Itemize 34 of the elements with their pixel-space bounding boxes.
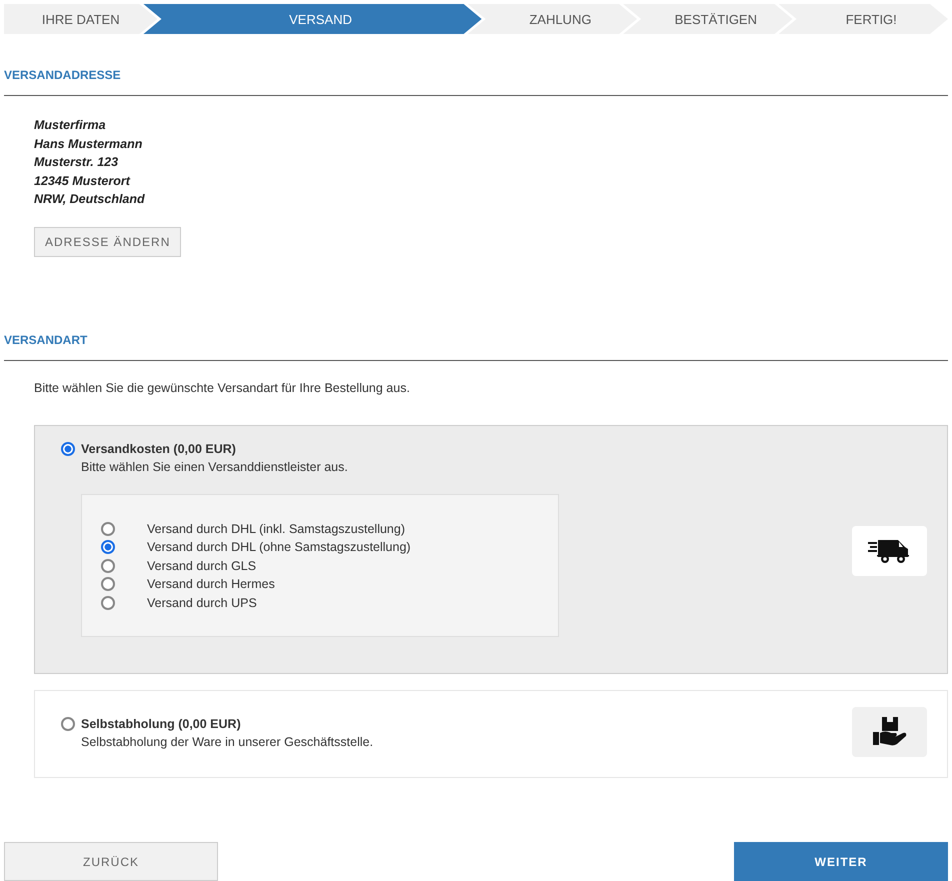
checkout-step[interactable]: BESTÄTIGEN — [623, 4, 793, 34]
section-title: VERSANDADRESSE — [4, 68, 122, 82]
radio-button[interactable] — [101, 540, 115, 554]
intro-text: Bitte wählen Sie die gewünschte Versandart für Ihre Bestellung aus. — [33, 380, 411, 394]
address-line: NRW, Deutschland — [34, 191, 146, 208]
radio-button[interactable] — [61, 442, 75, 456]
method-description: Selbstabholung der Ware in unserer Geschäftsstelle. — [81, 735, 374, 749]
radio-button[interactable] — [101, 577, 115, 592]
hand-box-icon — [872, 717, 906, 747]
truck-icon — [868, 538, 912, 564]
address-line: 12345 Musterort — [34, 172, 132, 190]
radio-button[interactable] — [101, 522, 115, 536]
section-title: VERSANDART — [4, 332, 88, 346]
carrier-label: Versand durch UPS — [147, 596, 257, 610]
carrier-label: Versand durch GLS — [147, 558, 256, 573]
method-title: Selbstabholung (0,00 EUR) — [81, 717, 241, 731]
checkout-step[interactable]: FERTIG! — [778, 4, 948, 34]
checkout-step[interactable]: VERSAND — [143, 4, 482, 34]
address-line: Hans Mustermann — [34, 136, 144, 152]
method-title: Versandkosten (0,00 EUR) — [81, 442, 236, 456]
carrier-label: Versand durch DHL (inkl. Samstagszustellung) — [147, 522, 405, 536]
back-button[interactable]: ZURÜCK — [4, 842, 218, 881]
next-button[interactable]: WEITER — [734, 842, 948, 881]
carrier-label: Versand durch Hermes — [147, 577, 275, 592]
address-line: Musterfirma — [34, 117, 107, 134]
address-line: Musterstr. 123 — [34, 154, 120, 171]
radio-button[interactable] — [61, 717, 75, 731]
checkout-step[interactable]: ZAHLUNG — [468, 4, 638, 34]
radio-button[interactable] — [101, 558, 115, 573]
change-address-button[interactable]: ADRESSE ÄNDERN — [34, 226, 182, 256]
radio-button[interactable] — [101, 596, 115, 610]
method-description: Bitte wählen Sie einen Versanddienstleister aus. — [81, 460, 349, 474]
carrier-label: Versand durch DHL (ohne Samstagszustellung) — [147, 540, 411, 554]
checkout-step[interactable]: IHRE DATEN — [4, 4, 158, 34]
